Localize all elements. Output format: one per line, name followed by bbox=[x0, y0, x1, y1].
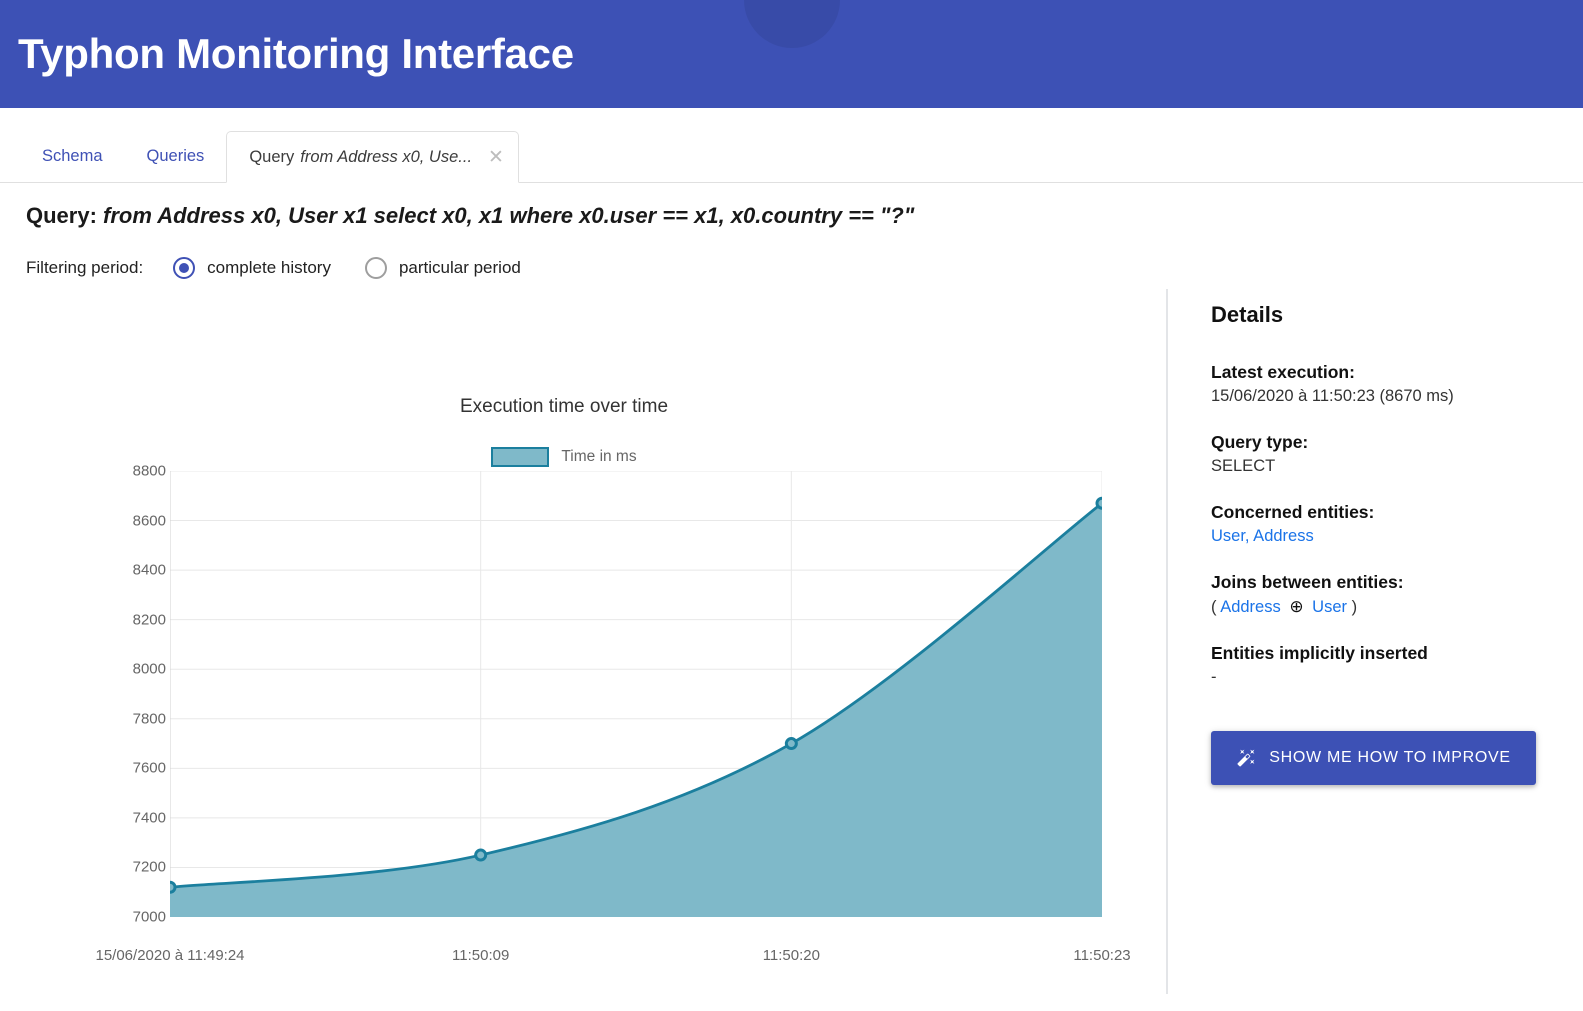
chart-legend[interactable]: Time in ms bbox=[26, 447, 1102, 467]
radio-complete-history-label: complete history bbox=[207, 258, 331, 277]
legend-swatch-time-in-ms bbox=[491, 447, 550, 467]
header-ripple-decoration bbox=[743, 0, 840, 48]
chart-x-tick-label: 11:50:23 bbox=[1073, 947, 1131, 964]
tab-schema[interactable]: Schema bbox=[20, 130, 125, 182]
show-me-how-to-improve-label: SHOW ME HOW TO IMPROVE bbox=[1269, 749, 1511, 766]
latest-execution-label: Latest execution: bbox=[1211, 362, 1355, 382]
chart-data-point[interactable] bbox=[1095, 496, 1102, 510]
chart-x-tick-label: 11:50:09 bbox=[452, 947, 510, 964]
chart-y-tick-label: 7000 bbox=[132, 908, 166, 926]
entity-link-list[interactable]: User, Address bbox=[1211, 527, 1314, 545]
main-split: Execution time over time Time in ms 7000… bbox=[26, 289, 1583, 994]
chart-y-tick-label: 7600 bbox=[132, 759, 166, 777]
chart-y-tick-label: 8000 bbox=[132, 660, 166, 678]
chart-x-tick-label: 11:50:20 bbox=[762, 947, 820, 964]
tab-queries[interactable]: Queries bbox=[125, 130, 227, 182]
filtering-period-row: Filtering period: complete history parti… bbox=[26, 257, 1583, 279]
details-panel: Details Latest execution: 15/06/2020 à 1… bbox=[1168, 289, 1583, 994]
join-entity-address[interactable]: Address bbox=[1220, 598, 1281, 616]
joins-close-paren: ) bbox=[1351, 598, 1358, 616]
join-operator-icon: ⊕ bbox=[1289, 597, 1304, 616]
tab-queries-label: Queries bbox=[146, 146, 205, 165]
page-title: Query: from Address x0, User x1 select x… bbox=[26, 203, 1583, 229]
execution-time-chart[interactable]: Execution time over time Time in ms 7000… bbox=[26, 289, 1168, 979]
query-type-value: SELECT bbox=[1211, 457, 1276, 475]
chart-y-tick-label: 7200 bbox=[132, 858, 166, 876]
radio-particular-period-label: particular period bbox=[398, 258, 521, 277]
chart-data-point[interactable] bbox=[474, 848, 488, 862]
tab-schema-label: Schema bbox=[42, 146, 103, 165]
chart-y-tick-label: 8600 bbox=[132, 512, 166, 530]
chart-data-point[interactable] bbox=[784, 737, 798, 751]
chart-data-point[interactable] bbox=[170, 880, 177, 894]
tab-query-text: from Address x0, Use... bbox=[300, 147, 473, 166]
app-header: Typhon Monitoring Interface bbox=[0, 0, 1583, 108]
chart-y-tick-label: 8400 bbox=[132, 561, 166, 579]
concerned-entities-value[interactable]: User, Address bbox=[1211, 527, 1583, 546]
chart-x-tick-label: 15/06/2020 à 11:49:24 bbox=[95, 947, 245, 964]
joins-label: Joins between entities: bbox=[1211, 572, 1404, 592]
radio-complete-history[interactable]: complete history bbox=[173, 257, 331, 279]
filtering-period-label: Filtering period: bbox=[26, 258, 144, 277]
show-me-how-to-improve-button[interactable]: SHOW ME HOW TO IMPROVE bbox=[1211, 731, 1536, 785]
radio-complete-history-indicator[interactable] bbox=[173, 257, 196, 279]
chart-plot-area bbox=[170, 471, 1102, 917]
chart-y-tick-label: 7400 bbox=[132, 809, 166, 827]
app-title: Typhon Monitoring Interface bbox=[18, 30, 574, 77]
chart-y-tick-label: 8200 bbox=[132, 611, 166, 629]
magic-wand-icon bbox=[1236, 748, 1256, 768]
page-content: Query: from Address x0, User x1 select x… bbox=[0, 203, 1583, 994]
chart-pane: Execution time over time Time in ms 7000… bbox=[26, 289, 1168, 994]
latest-execution-value: 15/06/2020 à 11:50:23 (8670 ms) bbox=[1211, 387, 1454, 405]
query-text: from Address x0, User x1 select x0, x1 w… bbox=[103, 203, 915, 228]
chart-title: Execution time over time bbox=[459, 396, 669, 417]
radio-particular-period[interactable]: particular period bbox=[364, 257, 521, 279]
legend-label-time-in-ms: Time in ms bbox=[561, 448, 637, 465]
joins-value: ( Address ⊕ User ) bbox=[1211, 597, 1583, 617]
query-type-label: Query type: bbox=[1211, 432, 1309, 452]
tab-query-active[interactable]: Query from Address x0, Use... ✕ bbox=[226, 131, 519, 183]
chart-y-tick-label: 8800 bbox=[132, 462, 166, 480]
radio-particular-period-indicator[interactable] bbox=[364, 257, 387, 279]
implicit-entities-label: Entities implicitly inserted bbox=[1211, 643, 1428, 663]
chart-area-fill bbox=[170, 503, 1102, 917]
concerned-entities-label: Concerned entities: bbox=[1211, 502, 1375, 522]
query-label: Query: bbox=[26, 203, 97, 228]
tab-query-prefix: Query bbox=[249, 147, 295, 166]
close-icon[interactable]: ✕ bbox=[488, 148, 504, 167]
tab-bar: Schema Queries Query from Address x0, Us… bbox=[0, 108, 1583, 183]
details-title: Details bbox=[1211, 302, 1284, 327]
chart-y-tick-label: 7800 bbox=[132, 710, 166, 728]
join-entity-user[interactable]: User bbox=[1312, 598, 1347, 616]
implicit-entities-value: - bbox=[1211, 668, 1217, 686]
joins-open-paren: ( bbox=[1211, 598, 1217, 616]
